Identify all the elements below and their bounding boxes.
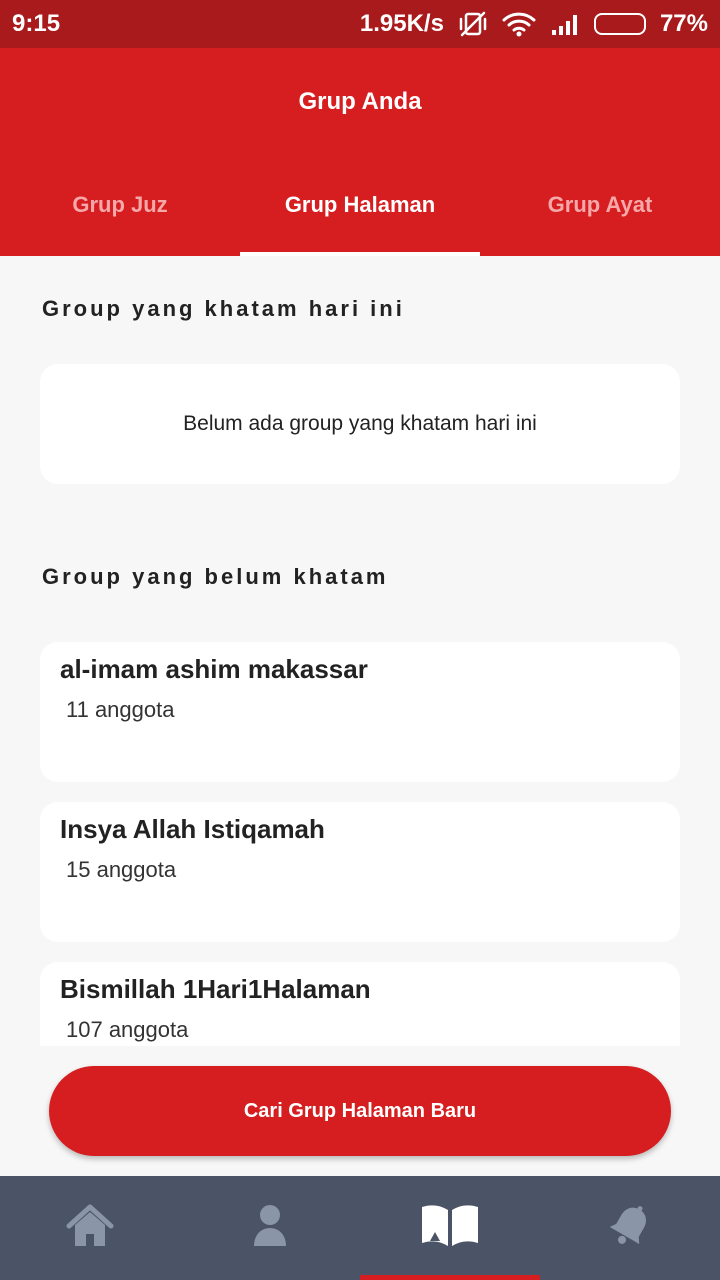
tab-grup-juz[interactable]: Grup Juz xyxy=(0,168,240,256)
empty-state-message: Belum ada group yang khatam hari ini xyxy=(183,412,537,435)
nav-home[interactable] xyxy=(0,1176,180,1280)
section-title-belum-khatam: Group yang belum khatam xyxy=(42,564,389,589)
nav-notifications[interactable] xyxy=(540,1176,720,1280)
network-speed: 1.95K/s xyxy=(359,10,444,37)
nav-groups[interactable] xyxy=(360,1176,540,1280)
signal-icon xyxy=(550,12,580,36)
section-title-khatam: Group yang khatam hari ini xyxy=(42,296,405,321)
bottom-nav xyxy=(0,1176,720,1280)
find-new-group-button[interactable]: Cari Grup Halaman Baru xyxy=(49,1066,671,1156)
group-card[interactable]: al-imam ashim makassar 11 anggota xyxy=(40,642,680,782)
profile-icon xyxy=(252,1204,288,1253)
nav-profile[interactable] xyxy=(180,1176,360,1280)
bell-icon xyxy=(608,1203,652,1254)
empty-state-card: Belum ada group yang khatam hari ini xyxy=(40,364,680,484)
group-name: al-imam ashim makassar xyxy=(60,654,368,684)
mute-vibrate-icon xyxy=(458,10,488,38)
battery-percent: 77% xyxy=(659,10,708,37)
page-title: Grup Anda xyxy=(298,88,422,115)
tab-bar: Grup Juz Grup Halaman Grup Ayat xyxy=(0,168,720,256)
group-member-count: 107 anggota xyxy=(66,1017,189,1042)
status-bar: 9:15 1.95K/s 77% xyxy=(0,0,720,48)
home-icon xyxy=(66,1204,114,1253)
group-name: Insya Allah Istiqamah xyxy=(60,814,325,844)
group-name: Bismillah 1Hari1Halaman xyxy=(60,974,371,1004)
group-member-count: 11 anggota xyxy=(66,697,175,722)
app-bar: Grup Anda Grup Juz Grup Halaman Grup Aya… xyxy=(0,48,720,256)
group-card[interactable]: Bismillah 1Hari1Halaman 107 anggota xyxy=(40,962,680,1046)
tab-grup-ayat[interactable]: Grup Ayat xyxy=(480,168,720,256)
group-list[interactable]: al-imam ashim makassar 11 anggota Insya … xyxy=(40,642,680,1046)
book-icon xyxy=(420,1203,480,1254)
group-member-count: 15 anggota xyxy=(66,857,177,882)
status-time: 9:15 xyxy=(12,10,61,37)
group-card[interactable]: Insya Allah Istiqamah 15 anggota xyxy=(40,802,680,942)
battery-icon xyxy=(593,13,646,35)
tab-grup-halaman[interactable]: Grup Halaman xyxy=(240,168,480,256)
status-right: 1.95K/s 77% xyxy=(360,10,708,38)
wifi-icon xyxy=(502,11,536,37)
